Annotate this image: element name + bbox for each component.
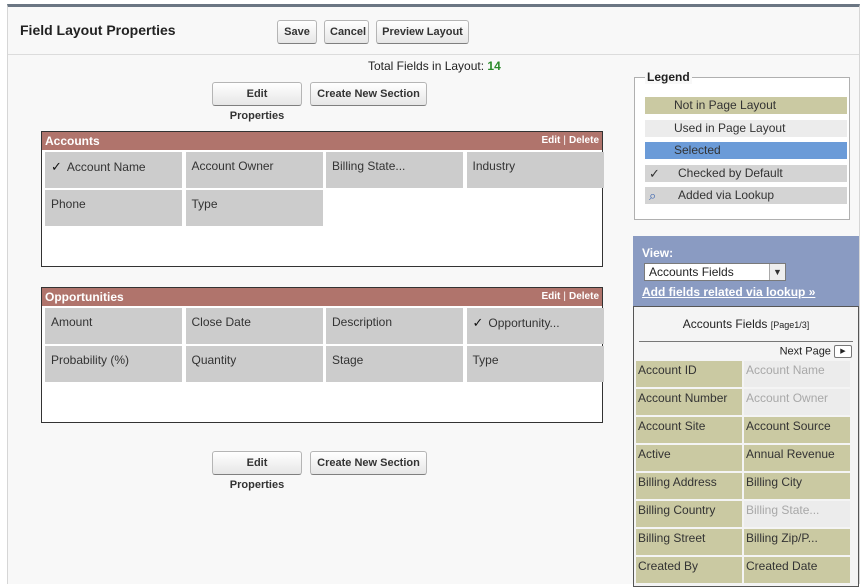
add-fields-lookup-link[interactable]: Add fields related via lookup » (642, 285, 815, 299)
layout-field[interactable]: ✓ Account Name (45, 152, 182, 188)
palette-field[interactable]: Billing City (744, 473, 850, 499)
page-title: Field Layout Properties (20, 22, 176, 38)
layout-field[interactable]: Quantity (185, 346, 323, 382)
layout-field[interactable]: Industry (466, 152, 604, 188)
layout-field[interactable]: Close Date (185, 308, 323, 344)
layout-field[interactable]: Type (185, 190, 323, 226)
section-accounts[interactable]: Accounts Edit | Delete ✓ Account Name Accoun… (41, 131, 604, 267)
section-edit-link[interactable]: Edit (541, 135, 560, 146)
legend-item-label: Added via Lookup (678, 188, 775, 202)
view-panel: View: Accounts Fields ▼ Add fields relat… (633, 236, 859, 306)
create-new-section-button-bottom[interactable]: Create New Section (310, 451, 427, 475)
layout-field[interactable]: Billing State... (326, 152, 463, 188)
edit-properties-button-top[interactable]: Edit Properties (212, 82, 302, 122)
layout-field-label: Account Owner (191, 159, 274, 173)
palette-field[interactable]: Billing Address (636, 473, 742, 499)
layout-field[interactable]: Phone (45, 190, 182, 226)
layout-field-label: Close Date (191, 315, 251, 329)
layout-field[interactable]: Type (466, 346, 604, 382)
section-delete-link[interactable]: Delete (569, 135, 599, 146)
legend-item-label: Selected (674, 143, 721, 157)
palette-field[interactable]: Created Date (744, 557, 850, 583)
chevron-down-icon[interactable]: ▼ (769, 264, 785, 280)
section-title: Accounts (45, 134, 100, 148)
total-fields-label: Total Fields in Layout: (368, 59, 485, 73)
layout-field-label: Type (472, 353, 499, 367)
layout-field-label: Phone (51, 197, 86, 211)
legend-item-label: Not in Page Layout (674, 98, 777, 112)
palette-field[interactable]: Billing Country (636, 501, 742, 527)
fields-palette-title-text: Accounts Fields (682, 317, 768, 331)
layout-field-label: Type (191, 197, 218, 211)
fields-palette-title: Accounts Fields [Page1/3] (639, 317, 853, 342)
section-opportunities[interactable]: Opportunities Edit | Delete Amount Close Da… (41, 287, 604, 423)
layout-field-label: Billing State... (332, 159, 406, 173)
create-new-section-button-top[interactable]: Create New Section (310, 82, 427, 106)
layout-field[interactable]: Account Owner (185, 152, 323, 188)
palette-field[interactable]: Billing Street (636, 529, 742, 555)
palette-field[interactable]: Active (636, 445, 742, 471)
legend-item-label: Used in Page Layout (674, 120, 786, 135)
view-select-value: Accounts Fields (649, 265, 734, 279)
fields-palette: Accounts Fields [Page1/3] Next Page ▶ Ac… (633, 306, 859, 587)
legend-title: Legend (645, 70, 692, 84)
cancel-button[interactable]: Cancel (324, 20, 369, 44)
legend-item-label: Checked by Default (678, 165, 783, 180)
total-fields: Total Fields in Layout: 14 (368, 59, 501, 73)
layout-field-label: Probability (%) (51, 353, 130, 367)
legend-item: ✓ Checked by Default (645, 164, 847, 182)
layout-field[interactable]: Description (326, 308, 463, 344)
section-edit-link[interactable]: Edit (541, 291, 560, 302)
section-header: Accounts Edit | Delete (42, 132, 602, 150)
view-select[interactable]: Accounts Fields ▼ (644, 263, 786, 281)
palette-field[interactable]: Account Site (636, 417, 742, 443)
palette-field[interactable]: Billing State... (744, 501, 850, 527)
palette-field[interactable]: Account Number (636, 389, 742, 415)
magnifier-icon: ⌕ (649, 188, 657, 203)
layout-field-label: Stage (332, 353, 364, 367)
palette-field[interactable]: Created By (636, 557, 742, 583)
layout-field[interactable]: ✓ Opportunity... (466, 308, 604, 344)
preview-layout-button[interactable]: Preview Layout (376, 20, 469, 44)
layout-field-label: Amount (51, 315, 93, 329)
palette-field[interactable]: Annual Revenue (744, 445, 850, 471)
layout-field-label: Industry (472, 159, 516, 173)
view-label: View: (642, 246, 674, 260)
legend-item: ⌕ Added via Lookup (645, 187, 847, 204)
legend-item: Selected (645, 142, 847, 159)
legend-item: Not in Page Layout (645, 97, 847, 114)
page-indicator: [Page1/3] (770, 320, 810, 330)
layout-field-label: Opportunity... (488, 316, 560, 330)
section-title: Opportunities (45, 290, 124, 304)
next-page[interactable]: Next Page ▶ (780, 345, 852, 358)
legend-item: Used in Page Layout (645, 119, 847, 137)
check-icon: ✓ (472, 315, 484, 330)
legend: Legend Not in Page Layout Used in Page La… (634, 70, 850, 220)
next-page-label[interactable]: Next Page (780, 345, 831, 357)
check-icon: ✓ (649, 165, 660, 181)
layout-field[interactable]: Probability (%) (45, 346, 182, 382)
layout-field-label: Account Name (66, 160, 146, 174)
total-fields-count: 14 (487, 59, 501, 73)
section-header: Opportunities Edit | Delete (42, 288, 602, 306)
palette-field[interactable]: Account Source (744, 417, 850, 443)
header-bar: Field Layout Properties Save Cancel Prev… (8, 7, 859, 55)
layout-field-label: Description (332, 315, 393, 329)
check-icon: ✓ (51, 159, 62, 174)
palette-field[interactable]: Account ID (636, 361, 742, 387)
palette-field[interactable]: Billing Zip/P... (744, 529, 850, 555)
layout-field-label: Quantity (191, 353, 237, 367)
layout-field[interactable]: Stage (326, 346, 463, 382)
palette-field[interactable]: Account Owner (744, 389, 850, 415)
save-button[interactable]: Save (277, 20, 317, 44)
palette-field[interactable]: Account Name (744, 361, 850, 387)
layout-editor: Field Layout Properties Save Cancel Prev… (7, 4, 860, 587)
edit-properties-button-bottom[interactable]: Edit Properties (212, 451, 302, 491)
next-page-icon[interactable]: ▶ (834, 345, 852, 358)
section-delete-link[interactable]: Delete (569, 291, 599, 302)
layout-field[interactable]: Amount (45, 308, 182, 344)
